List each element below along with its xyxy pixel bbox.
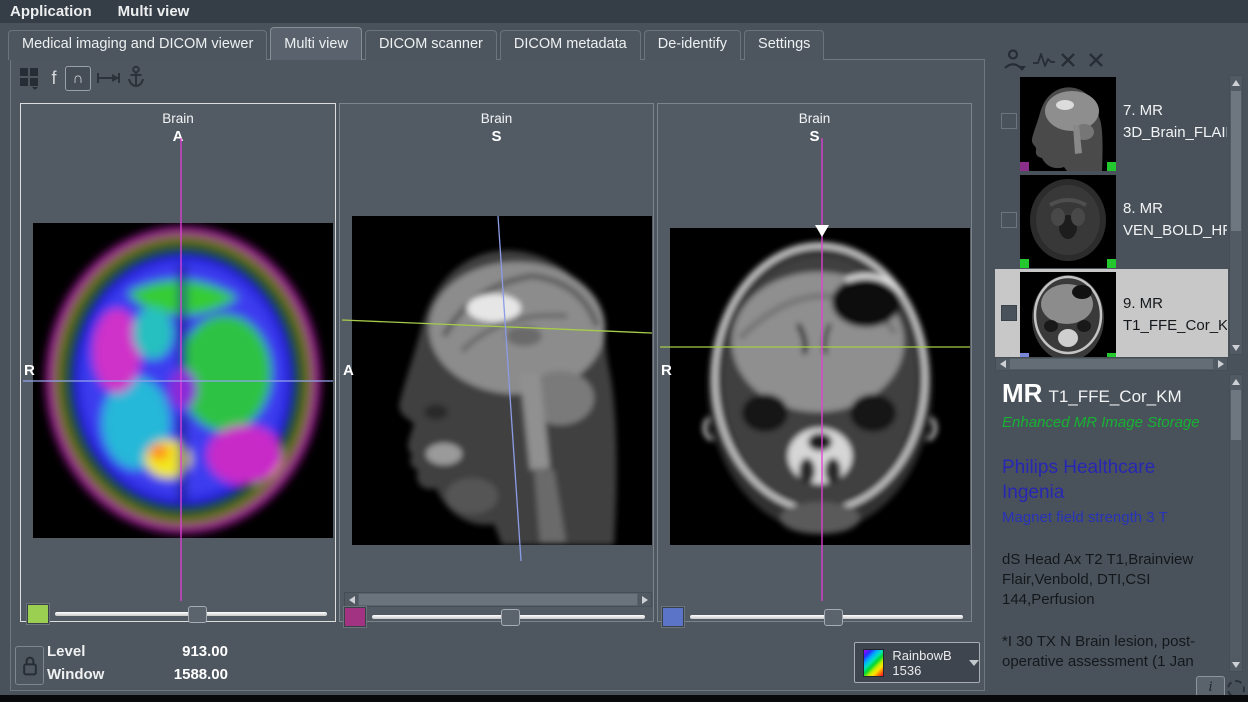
viewport-axial[interactable]: Brain A xyxy=(20,103,336,622)
series-name: T1_FFE_Cor_KM xyxy=(1048,387,1181,406)
viewport-orientation: A xyxy=(21,128,335,145)
plane-marker-right xyxy=(1107,259,1116,268)
modality-label: MR xyxy=(1002,378,1042,408)
tab-de-identify[interactable]: De-identify xyxy=(644,30,741,60)
viewport-orientation: S xyxy=(340,128,653,145)
scroll-down-button[interactable] xyxy=(1230,658,1242,671)
window-bottom-edge xyxy=(0,695,1248,702)
series-heading: MR T1_FFE_Cor_KM xyxy=(1002,378,1224,409)
slider-handle[interactable] xyxy=(824,609,843,626)
series-thumbnail-coronal[interactable] xyxy=(1020,272,1116,362)
study-description: dS Head Ax T2 T1,Brainview Flair,Venbold… xyxy=(1002,550,1224,610)
axial-brain-image[interactable] xyxy=(33,223,333,538)
field-strength-label: Magnet field strength 3 T xyxy=(1002,509,1224,526)
plane-color-swatch xyxy=(662,607,684,627)
level-value: 913.00 xyxy=(138,643,228,660)
tab-dicom-scanner[interactable]: DICOM scanner xyxy=(365,30,497,60)
colormap-dropdown[interactable]: RainbowB 1536 xyxy=(854,642,980,683)
metadata-scrollbar[interactable] xyxy=(1229,374,1243,672)
plane-color-swatch xyxy=(27,604,49,624)
series-item-9-selected[interactable]: 9. MR T1_FFE_Cor_KM xyxy=(995,269,1228,366)
series-label: 7. MR 3D_Brain_FLAIR xyxy=(1123,100,1227,144)
viewport-title: Brain xyxy=(21,111,335,126)
viewport-title: Brain xyxy=(340,111,653,126)
fit-width-icon[interactable] xyxy=(96,71,122,85)
series-item-8[interactable]: 8. MR VEN_BOLD_HR xyxy=(995,172,1228,269)
colormap-label: RainbowB 1536 xyxy=(892,648,961,678)
patient-icon[interactable] xyxy=(1003,48,1030,77)
sop-class-label: Enhanced MR Image Storage xyxy=(1002,414,1224,431)
scrollbar-thumb[interactable] xyxy=(1010,359,1213,369)
menu-multi-view[interactable]: Multi view xyxy=(118,3,190,20)
plane-marker-left xyxy=(1020,162,1029,171)
scroll-right-button[interactable] xyxy=(638,593,651,606)
series-item-7[interactable]: 7. MR 3D_Brain_FLAIR xyxy=(995,75,1228,172)
menu-bar: Application Multi view xyxy=(0,0,1248,23)
slice-slider[interactable] xyxy=(55,606,327,622)
series-checkbox[interactable] xyxy=(1001,305,1017,321)
scroll-left-button[interactable] xyxy=(345,593,358,606)
plane-marker-left xyxy=(1020,259,1029,268)
series-label: 9. MR T1_FFE_Cor_KM xyxy=(1123,293,1227,337)
sagittal-brain-image[interactable] xyxy=(352,216,652,545)
viewport-coronal[interactable]: Brain S xyxy=(657,103,972,622)
series-checkbox[interactable] xyxy=(1001,113,1017,129)
pan-scrollbar[interactable] xyxy=(344,592,652,607)
series-checkbox[interactable] xyxy=(1001,212,1017,228)
slice-slider[interactable] xyxy=(372,609,645,625)
plane-color-swatch xyxy=(344,607,366,627)
viewport-orientation: S xyxy=(658,128,971,145)
viewport-sagittal[interactable]: Brain S A xyxy=(339,103,654,622)
tab-medical-imaging[interactable]: Medical imaging and DICOM viewer xyxy=(8,30,267,60)
orientation-marker-r: R xyxy=(661,362,672,379)
scrollbar-thumb[interactable] xyxy=(1231,390,1241,440)
chevron-down-icon xyxy=(969,660,979,666)
plane-marker-right xyxy=(1107,162,1116,171)
scroll-up-button[interactable] xyxy=(1230,76,1242,89)
intersect-tool-icon[interactable]: ∩ xyxy=(65,66,91,91)
series-thumbnail-axial[interactable] xyxy=(1020,175,1116,268)
viewport-title: Brain xyxy=(658,111,971,126)
scroll-right-button[interactable] xyxy=(1214,358,1227,370)
patient-description: *I 30 TX N Brain lesion, post-operative … xyxy=(1002,632,1224,672)
scroll-up-button[interactable] xyxy=(1230,375,1242,388)
series-label: 8. MR VEN_BOLD_HR xyxy=(1123,198,1227,242)
tab-multi-view[interactable]: Multi view xyxy=(270,27,362,60)
window-value: 1588.00 xyxy=(138,666,228,683)
window-label: Window xyxy=(47,666,104,683)
orientation-marker-r: R xyxy=(24,362,35,379)
scrollbar-thumb[interactable] xyxy=(359,594,637,605)
slider-handle[interactable] xyxy=(188,606,207,623)
tab-dicom-metadata[interactable]: DICOM metadata xyxy=(500,30,641,60)
menu-application[interactable]: Application xyxy=(10,3,92,20)
level-label: Level xyxy=(47,643,85,660)
scrollbar-thumb[interactable] xyxy=(1231,91,1241,231)
close-icon[interactable] xyxy=(1060,52,1076,73)
coronal-brain-image[interactable] xyxy=(670,228,970,545)
series-list-hscrollbar[interactable] xyxy=(995,357,1228,371)
slice-slider[interactable] xyxy=(690,609,963,625)
layout-grid-icon[interactable] xyxy=(18,66,40,90)
anchor-icon[interactable] xyxy=(126,64,146,88)
slider-handle[interactable] xyxy=(501,609,520,626)
series-list-scrollbar[interactable] xyxy=(1229,75,1243,355)
rainbow-colormap-swatch xyxy=(863,649,884,677)
waveform-icon[interactable] xyxy=(1032,51,1056,74)
tab-bar: Medical imaging and DICOM viewer Multi v… xyxy=(8,30,824,60)
scroll-left-button[interactable] xyxy=(996,358,1009,370)
series-thumbnail-sagittal[interactable] xyxy=(1020,77,1116,171)
manufacturer-label: Philips Healthcare xyxy=(1002,457,1224,479)
series-metadata-panel: MR T1_FFE_Cor_KM Enhanced MR Image Storag… xyxy=(1002,374,1224,672)
lock-icon xyxy=(20,654,40,678)
scroll-down-button[interactable] xyxy=(1230,341,1242,354)
tab-settings[interactable]: Settings xyxy=(744,30,824,60)
close-icon-2[interactable] xyxy=(1088,52,1104,73)
app-window: Application Multi view Medical imaging a… xyxy=(0,0,1248,702)
scanner-model-label: Ingenia xyxy=(1002,482,1224,504)
scale-f-icon[interactable]: f xyxy=(47,66,61,90)
orientation-marker-a: A xyxy=(343,362,354,379)
window-level-lock-button[interactable] xyxy=(15,646,44,685)
